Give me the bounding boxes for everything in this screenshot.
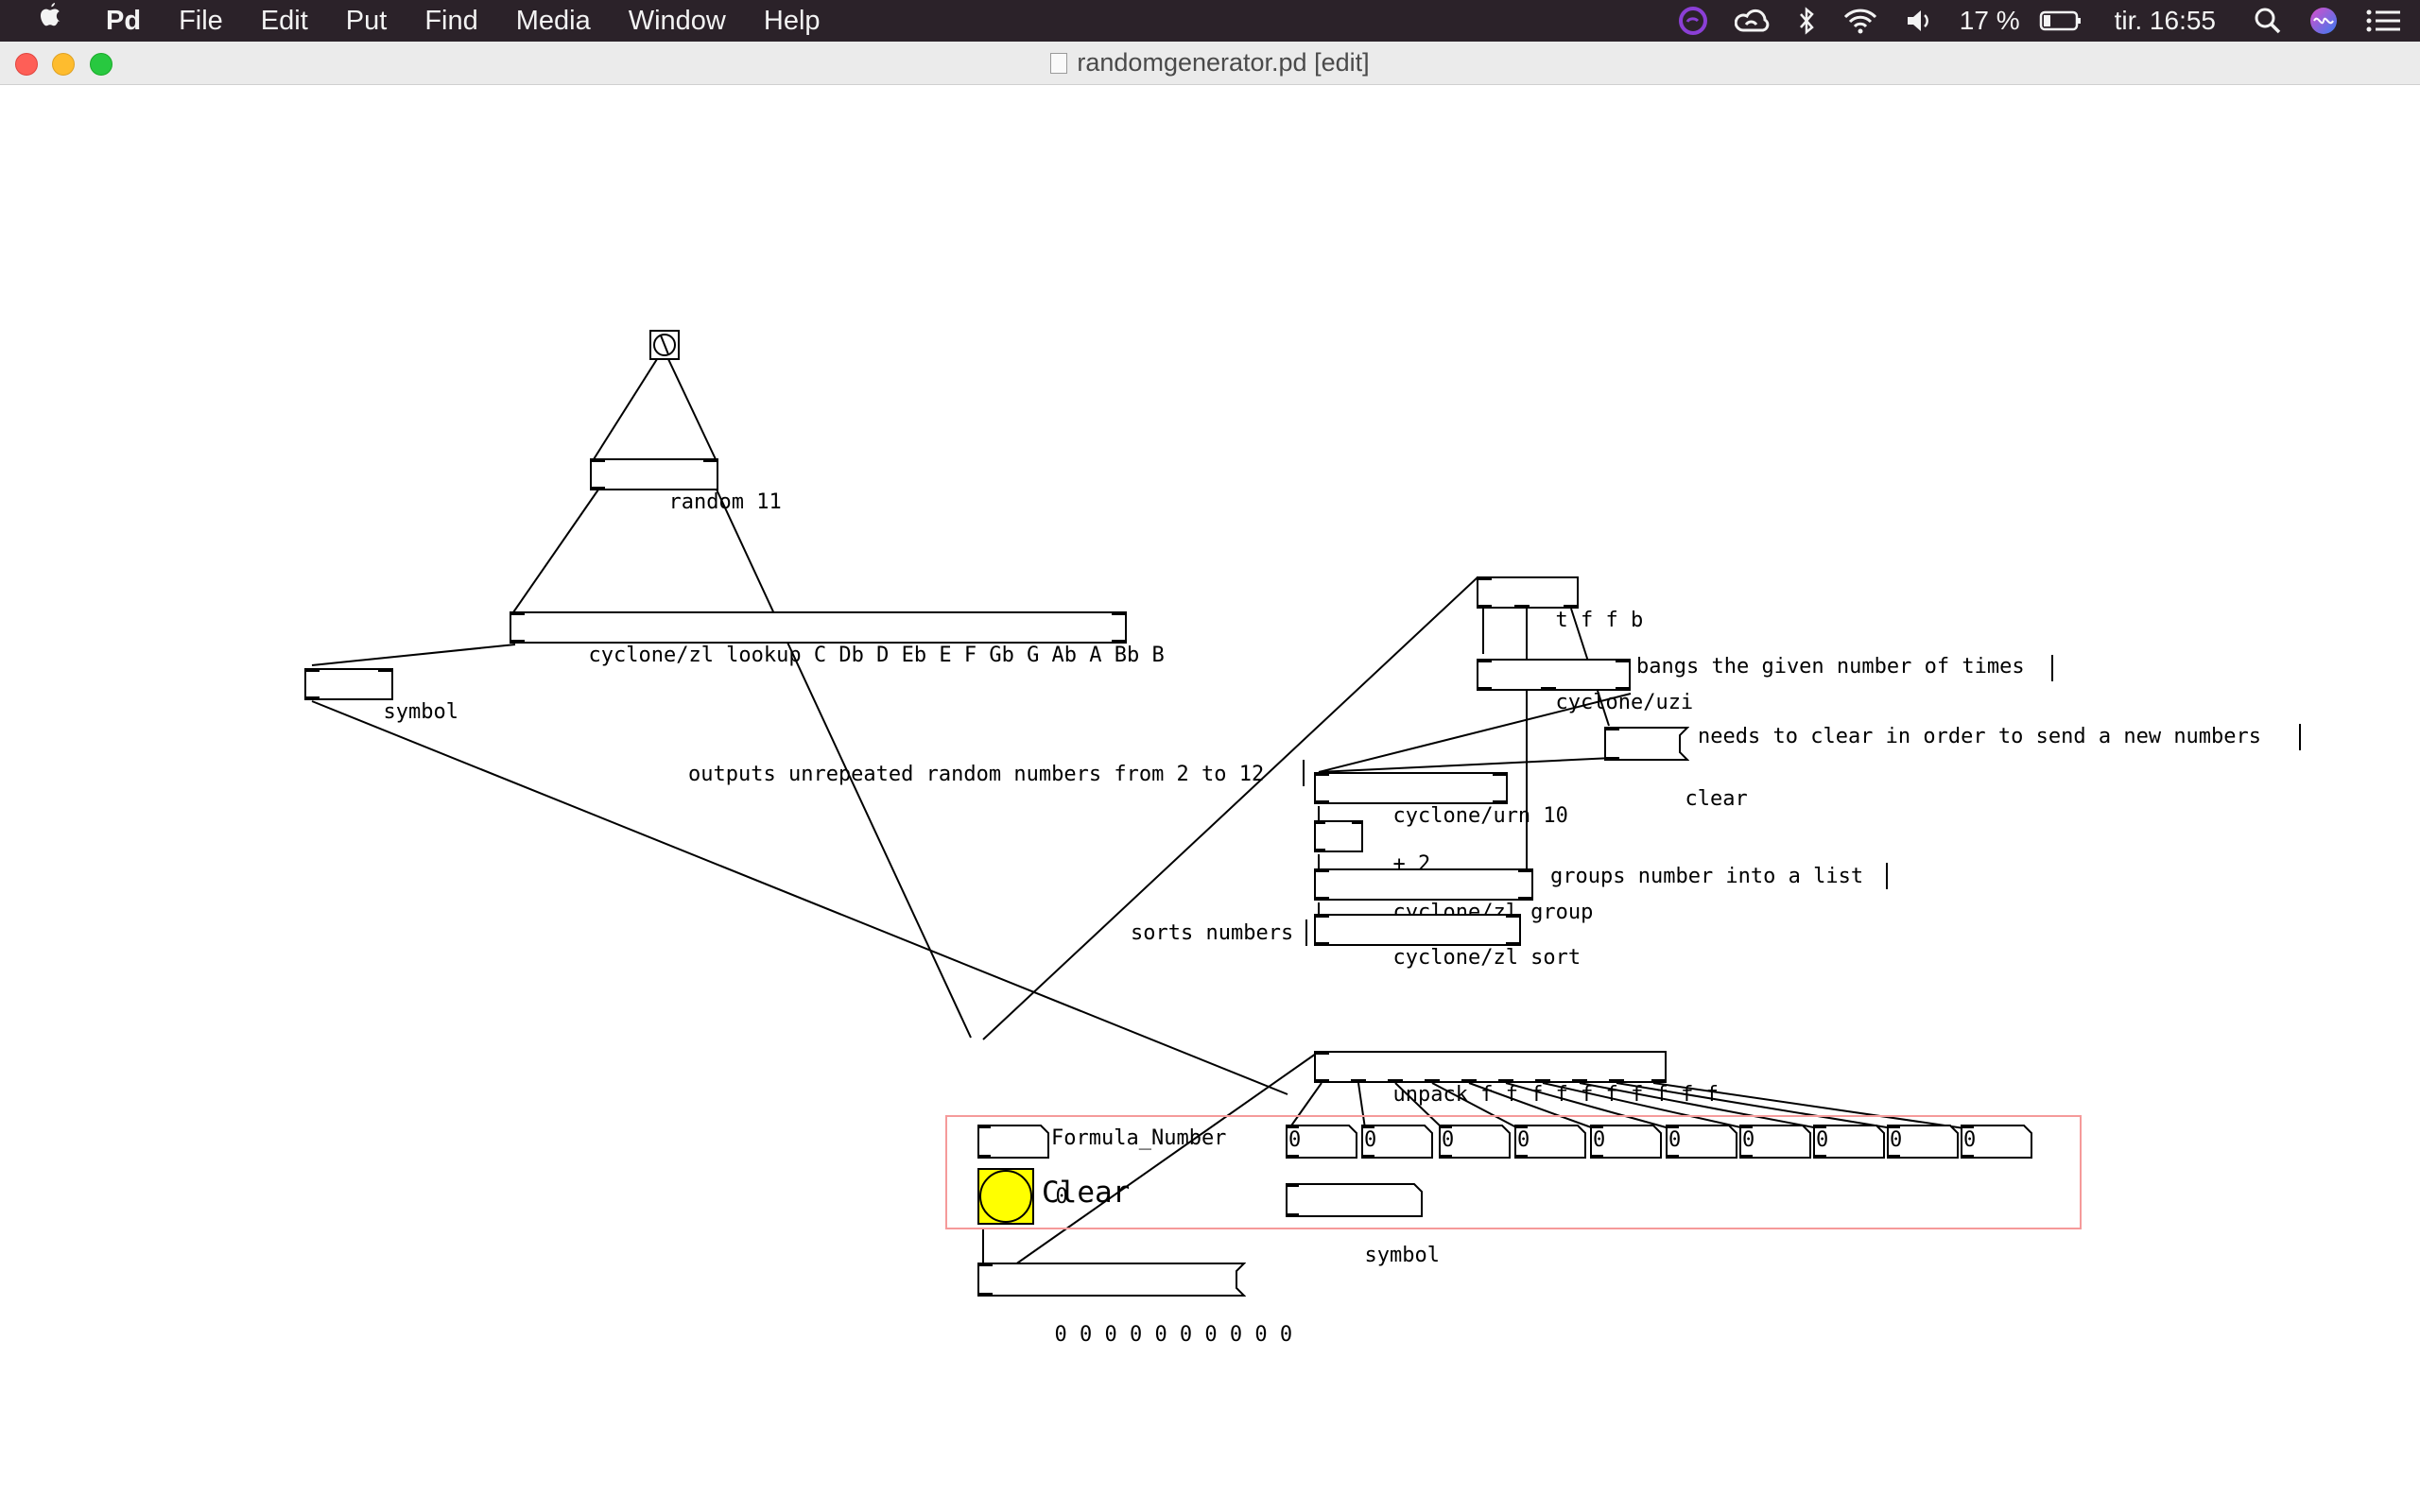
object-zl-group[interactable]: cyclone/zl group	[1314, 868, 1593, 924]
object-uzi[interactable]: cyclone/uzi	[1477, 659, 1693, 714]
menu-edit[interactable]: Edit	[242, 0, 327, 42]
comment-urn-edge	[1303, 760, 1305, 786]
toggle[interactable]	[649, 330, 680, 360]
symbol-box-gop[interactable]: symbol	[1286, 1183, 1440, 1297]
menu-app-pd[interactable]: Pd	[87, 0, 160, 42]
number-box-unpack-7[interactable]: 0	[1739, 1125, 1811, 1159]
menubar-clock[interactable]: tir. 16:55	[2096, 0, 2240, 42]
object-urn-text: cyclone/urn 10	[1392, 804, 1568, 828]
object-unpack-text: unpack f f f f f f f f f f	[1392, 1083, 1719, 1107]
wire-lookup-to-symbol[interactable]	[311, 644, 516, 666]
object-zl-sort[interactable]: cyclone/zl sort	[1314, 914, 1581, 970]
bang-clear[interactable]	[977, 1168, 1034, 1225]
number-box-unpack-3[interactable]: 0	[1439, 1125, 1511, 1159]
number-box-unpack-2[interactable]: 0	[1361, 1125, 1433, 1159]
window-title: randomgenerator.pd [edit]	[0, 42, 2420, 84]
object-plus[interactable]: + 2	[1314, 820, 1430, 876]
object-zl-lookup-text: cyclone/zl lookup C Db D Eb E F Gb G Ab …	[588, 644, 1165, 667]
patch-canvas[interactable]: random 11 cyclone/zl lookup C Db D Eb E …	[0, 85, 2420, 1512]
number-box-unpack-4[interactable]: 0	[1514, 1125, 1586, 1159]
creative-cloud-icon[interactable]	[1721, 0, 1784, 42]
symbol-box-outline	[1286, 1183, 1423, 1217]
creative-cloud-sync-icon[interactable]	[1665, 0, 1721, 42]
message-clear-text: clear	[1685, 787, 1748, 811]
message-list[interactable]: 0 0 0 0 0 0 0 0 0 0	[977, 1263, 1293, 1376]
comment-group: groups number into a list	[1550, 865, 1864, 888]
window-title-text: randomgenerator.pd [edit]	[1077, 48, 1370, 77]
object-zl-lookup[interactable]: cyclone/zl lookup C Db D Eb E F Gb G Ab …	[510, 611, 1165, 667]
comment-uzi-edge	[2051, 655, 2053, 681]
menu-put[interactable]: Put	[327, 0, 406, 42]
number-box-value: 0	[1742, 1128, 1755, 1152]
message-list-outline	[977, 1263, 1246, 1297]
window-titlebar: randomgenerator.pd [edit]	[0, 42, 2420, 85]
wire-random-to-lookup[interactable]	[512, 489, 599, 613]
number-box-value: 0	[1517, 1128, 1530, 1152]
wifi-icon[interactable]	[1829, 0, 1892, 42]
comment-sort: sorts numbers	[1131, 921, 1294, 945]
apple-menu-icon[interactable]	[0, 0, 87, 42]
menu-file[interactable]: File	[160, 0, 242, 42]
bluetooth-icon[interactable]	[1784, 0, 1829, 42]
number-box-value: 0	[1593, 1128, 1606, 1152]
bang-clear-label: Clear	[1042, 1176, 1131, 1210]
object-symbol-left[interactable]: symbol	[304, 668, 458, 724]
number-box-value: 0	[1288, 1128, 1302, 1152]
document-icon	[1050, 53, 1068, 74]
bang-circle-icon	[979, 1170, 1032, 1223]
label-formula-number: Formula_Number	[1051, 1126, 1227, 1150]
comment-uzi: bangs the given number of times	[1636, 655, 2025, 679]
object-zl-sort-text: cyclone/zl sort	[1392, 946, 1582, 970]
menu-find[interactable]: Find	[406, 0, 496, 42]
menu-window[interactable]: Window	[610, 0, 745, 42]
number-box-unpack-5[interactable]: 0	[1590, 1125, 1662, 1159]
object-random[interactable]: random 11	[590, 458, 782, 514]
number-box-outline	[977, 1125, 1049, 1159]
number-box-unpack-6[interactable]: 0	[1666, 1125, 1737, 1159]
object-random-text: random 11	[668, 490, 782, 514]
number-box-value: 0	[1816, 1128, 1829, 1152]
message-box-outline	[1604, 727, 1689, 761]
control-center-icon[interactable]	[2352, 0, 2420, 42]
number-box-value: 0	[1364, 1128, 1377, 1152]
toggle-circle-icon	[653, 334, 676, 356]
symbol-box-gop-text: symbol	[1364, 1244, 1440, 1267]
object-urn[interactable]: cyclone/urn 10	[1314, 772, 1568, 828]
object-unpack[interactable]: unpack f f f f f f f f f f	[1314, 1051, 1719, 1107]
message-list-text: 0 0 0 0 0 0 0 0 0 0	[1054, 1323, 1293, 1347]
comment-clear-edge	[2299, 724, 2301, 750]
number-box-value: 0	[1890, 1128, 1903, 1152]
menu-help[interactable]: Help	[745, 0, 839, 42]
object-symbol-left-text: symbol	[383, 700, 458, 724]
comment-urn: outputs unrepeated random numbers from 2…	[688, 763, 1265, 786]
comment-group-edge	[1886, 863, 1888, 889]
number-box-value: 0	[1963, 1128, 1977, 1152]
comment-sort-edge	[1305, 919, 1307, 946]
wire-toggle-to-random[interactable]	[593, 358, 658, 460]
number-box-unpack-8[interactable]: 0	[1813, 1125, 1885, 1159]
object-uzi-text: cyclone/uzi	[1555, 691, 1694, 714]
spotlight-search-icon[interactable]	[2240, 0, 2295, 42]
battery-percent: 17 %	[1959, 6, 2020, 35]
number-box-unpack-10[interactable]: 0	[1961, 1125, 2032, 1159]
number-box-value: 0	[1442, 1128, 1455, 1152]
number-box-value: 0	[1668, 1128, 1682, 1152]
number-box-unpack-9[interactable]: 0	[1887, 1125, 1959, 1159]
number-box-unpack-1[interactable]: 0	[1286, 1125, 1357, 1159]
menu-bar: Pd File Edit Put Find Media Window Help	[0, 0, 2420, 42]
object-trigger[interactable]: t f f b	[1477, 576, 1643, 632]
comment-clear: needs to clear in order to send a new nu…	[1698, 725, 2262, 748]
battery-icon[interactable]	[2026, 0, 2096, 42]
screen: Pd File Edit Put Find Media Window Help	[0, 0, 2420, 1512]
volume-icon[interactable]	[1892, 0, 1946, 42]
siri-icon[interactable]	[2295, 0, 2352, 42]
object-trigger-text: t f f b	[1555, 609, 1644, 632]
menu-media[interactable]: Media	[497, 0, 610, 42]
